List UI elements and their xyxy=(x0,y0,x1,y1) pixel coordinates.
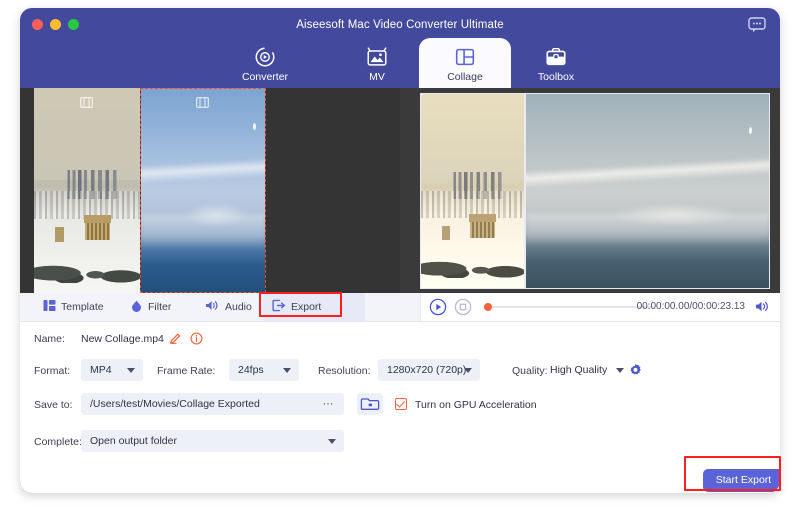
format-label: Format: xyxy=(34,359,70,383)
title-bar: Aiseesoft Mac Video Converter Ultimate xyxy=(20,8,780,42)
quality-label: Quality: xyxy=(512,359,548,383)
complete-row: Complete: Open output folder xyxy=(20,430,780,454)
resolution-label: Resolution: xyxy=(318,359,371,383)
collage-cell-sea[interactable] xyxy=(141,88,265,293)
winter-city-clip xyxy=(34,88,140,293)
export-arrow-icon xyxy=(272,299,286,315)
chevron-down-icon xyxy=(616,368,624,373)
collage-edit-canvas[interactable] xyxy=(20,88,400,293)
pencil-edit-icon[interactable] xyxy=(169,332,182,350)
name-row: Name: New Collage.mp4 xyxy=(20,327,780,351)
chevron-down-icon xyxy=(464,368,472,373)
winter-city-clip-filtered xyxy=(421,94,524,288)
nav-tab-collage-label: Collage xyxy=(419,71,511,83)
quality-select[interactable]: High Quality xyxy=(550,359,624,381)
tab-audio[interactable]: Audio xyxy=(196,293,261,321)
timecode-display: 00:00:00.00/00:00:23.13 xyxy=(637,293,745,321)
resolution-value: 1280x720 (720p) xyxy=(387,359,466,381)
converter-disc-icon xyxy=(219,45,311,69)
export-panel: Template Filter xyxy=(20,293,780,493)
complete-label: Complete: xyxy=(34,430,82,454)
format-row: Format: MP4 Frame Rate: 24fps Resolution… xyxy=(20,359,780,383)
framerate-value: 24fps xyxy=(238,359,264,381)
complete-action-select[interactable]: Open output folder xyxy=(81,430,344,452)
open-folder-button[interactable] xyxy=(357,393,383,415)
framerate-select[interactable]: 24fps xyxy=(229,359,299,381)
app-screenshot: Aiseesoft Mac Video Converter Ultimate xyxy=(0,0,800,519)
framerate-label: Frame Rate: xyxy=(157,359,215,383)
output-cell-city xyxy=(420,93,525,289)
film-strip-icon xyxy=(196,95,209,106)
tab-template[interactable]: Template xyxy=(34,293,113,321)
quality-value: High Quality xyxy=(550,359,607,381)
chevron-down-icon xyxy=(127,368,135,373)
timeline-track[interactable] xyxy=(492,306,654,308)
format-select[interactable]: MP4 xyxy=(81,359,143,381)
tab-export-label: Export xyxy=(291,301,321,313)
saveto-value: /Users/test/Movies/Collage Exported xyxy=(90,393,260,415)
mv-photo-icon xyxy=(331,45,423,69)
collage-output-preview xyxy=(400,88,780,293)
gpu-acceleration-checkbox[interactable] xyxy=(395,398,407,410)
folder-icon xyxy=(357,393,383,415)
nav-tab-toolbox-label: Toolbox xyxy=(510,71,602,83)
tab-filter-label: Filter xyxy=(148,301,171,313)
gear-icon[interactable] xyxy=(628,363,643,383)
playback-controls: 00:00:00.00/00:00:23.13 xyxy=(420,293,780,321)
saveto-path-input[interactable]: /Users/test/Movies/Collage Exported ⋯ xyxy=(81,393,344,415)
nav-tab-converter-label: Converter xyxy=(219,71,311,83)
browse-button[interactable]: ⋯ xyxy=(323,393,336,415)
saveto-label: Save to: xyxy=(34,393,73,417)
collage-grid-icon xyxy=(419,45,511,69)
speech-bubble-icon[interactable] xyxy=(748,17,766,33)
saveto-row: Save to: /Users/test/Movies/Collage Expo… xyxy=(20,393,780,417)
audio-speaker-icon xyxy=(205,299,220,315)
resolution-select[interactable]: 1280x720 (720p) xyxy=(378,359,480,381)
toolbox-icon xyxy=(510,45,602,69)
film-strip-icon xyxy=(80,95,93,106)
chevron-down-icon xyxy=(283,368,291,373)
app-title: Aiseesoft Mac Video Converter Ultimate xyxy=(20,8,780,42)
gpu-acceleration-label: Turn on GPU Acceleration xyxy=(415,393,537,417)
chevron-down-icon xyxy=(328,439,336,444)
nav-tab-mv-label: MV xyxy=(331,71,423,83)
complete-value: Open output folder xyxy=(90,430,177,452)
tab-export[interactable]: Export xyxy=(263,293,365,321)
output-cell-sea xyxy=(525,93,770,289)
play-circle-icon[interactable] xyxy=(429,298,447,316)
tab-audio-label: Audio xyxy=(225,301,252,313)
application-window: Aiseesoft Mac Video Converter Ultimate xyxy=(20,8,780,493)
tab-filter[interactable]: Filter xyxy=(121,293,180,321)
volume-icon[interactable] xyxy=(755,299,771,314)
sea-sky-clip-filtered xyxy=(526,94,769,288)
name-label: Name: xyxy=(34,327,65,351)
collage-cell-city[interactable] xyxy=(34,88,140,293)
preview-area xyxy=(20,88,780,293)
playhead-dot[interactable] xyxy=(484,303,492,311)
editor-tab-bar: Template Filter xyxy=(20,293,780,322)
stop-circle-icon[interactable] xyxy=(454,298,472,316)
info-circle-icon[interactable] xyxy=(190,332,203,350)
format-value: MP4 xyxy=(90,359,112,381)
start-export-button[interactable]: Start Export xyxy=(703,469,780,492)
sea-sky-clip xyxy=(141,88,265,293)
template-grid-icon xyxy=(43,299,56,315)
tab-template-label: Template xyxy=(61,301,104,313)
filter-drop-icon xyxy=(130,299,143,315)
name-value: New Collage.mp4 xyxy=(81,327,164,351)
